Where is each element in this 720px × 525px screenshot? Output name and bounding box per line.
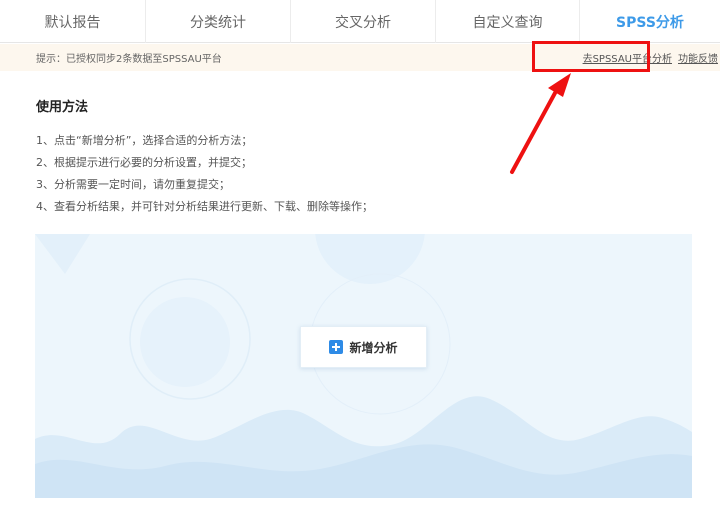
usage-step: 3、分析需要一定时间，请勿重复提交；: [36, 178, 230, 191]
tab-spss-analysis[interactable]: SPSS分析: [580, 0, 720, 43]
usage-title: 使用方法: [36, 100, 89, 115]
analysis-panel: 新增分析: [35, 234, 692, 498]
highlight-annotation-box: [532, 41, 650, 72]
plus-icon: [329, 340, 344, 354]
tab-bar: 默认报告 分类统计 交叉分析 自定义查询 SPSS分析: [0, 0, 720, 43]
feedback-link[interactable]: 功能反馈: [678, 50, 718, 65]
tab-category-stats[interactable]: 分类统计: [146, 0, 291, 43]
tab-default-report[interactable]: 默认报告: [0, 0, 146, 43]
tab-custom-query[interactable]: 自定义查询: [436, 0, 580, 43]
tab-cross-analysis[interactable]: 交叉分析: [291, 0, 436, 43]
usage-section: 使用方法 1、点击“新增分析”，选择合适的分析方法； 2、根据提示进行必要的分析…: [36, 96, 373, 218]
add-analysis-button[interactable]: 新增分析: [300, 326, 427, 368]
notice-text: 提示：已授权同步2条数据至SPSSAU平台: [36, 54, 222, 65]
usage-step: 2、根据提示进行必要的分析设置，并提交；: [36, 156, 252, 169]
add-analysis-label: 新增分析: [349, 340, 398, 355]
usage-step: 4、查看分析结果，并可针对分析结果进行更新、下载、删除等操作；: [36, 200, 373, 213]
usage-step: 1、点击“新增分析”，选择合适的分析方法；: [36, 134, 253, 147]
